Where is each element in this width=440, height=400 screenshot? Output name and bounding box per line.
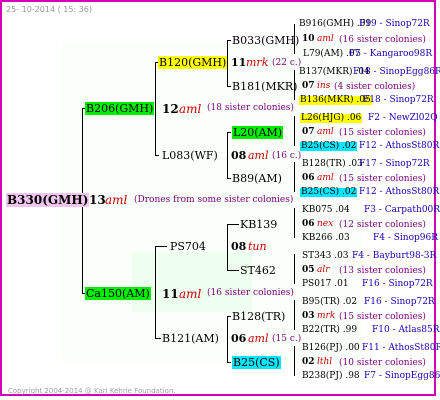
gen4-origin: F17 - Sinop72R <box>359 159 430 169</box>
gen3-node[interactable]: B128(TR) <box>232 311 285 322</box>
gen4-generation: 05 <box>302 265 315 275</box>
gen4-note: (15 sister colonies) <box>339 312 426 322</box>
gen3-node[interactable]: B181(MKR) <box>232 81 297 92</box>
gen4-ancestor[interactable]: B136(MKR) .05 <box>299 96 372 105</box>
gen4-origin: F2 - NewZl02Q <box>368 113 438 123</box>
gen4-origin: F11 - AthosSt80R <box>362 343 440 353</box>
gen4-trait: ins <box>317 81 331 91</box>
gen4-ancestor[interactable]: B25(CS) .02 <box>300 142 358 151</box>
pedigree-frame: 25- 10-2014 ( 15: 36) B330(GMH) 13 aml (… <box>0 0 440 396</box>
gen4-note: (4 sister colonies) <box>334 82 416 92</box>
gen4-ancestor[interactable]: KB266 .03 <box>302 234 350 243</box>
gen4-origin: F7 - SinopEgg86R <box>364 371 440 381</box>
gen2-note: (15 c.) <box>272 334 302 344</box>
gen4-ancestor[interactable]: KB075 .04 <box>302 206 350 215</box>
gen3-node[interactable]: KB139 <box>240 219 277 230</box>
gen1-sire-trait: aml <box>179 102 202 116</box>
gen2-trait: tun <box>248 240 267 253</box>
gen4-note: (15 sister colonies) <box>339 128 426 138</box>
gen4-note: (16 sister colonies) <box>339 35 426 45</box>
gen4-ancestor[interactable]: B126(PJ) .00 <box>302 344 360 353</box>
gen4-generation: 06 <box>302 173 315 183</box>
gen2-trait: aml <box>248 332 269 345</box>
gen4-trait: aml <box>317 34 334 44</box>
header-date: 25- 10-2014 ( 15: 36) <box>6 5 92 14</box>
gen2-note: (16 c.) <box>272 151 302 161</box>
root-trait: aml <box>105 193 128 207</box>
gen4-generation: 03 <box>302 311 315 321</box>
footer-copyright: Copyright 2004-2014 @ Karl Kehrle Founda… <box>8 387 176 395</box>
gen4-origin: F19 - Sinop72R <box>359 19 430 29</box>
gen4-trait: aml <box>317 173 334 183</box>
gen1-dam-generation: 11 <box>162 287 179 301</box>
gen4-origin: F16 - Sinop72R <box>362 279 433 289</box>
gen1-dam[interactable]: Ca150(AM) <box>85 287 151 300</box>
gen2-node[interactable]: L083(WF) <box>162 150 218 161</box>
gen4-origin: F12 - AthosSt80R <box>359 187 440 197</box>
gen1-sire[interactable]: B206(GMH) <box>85 102 155 115</box>
gen4-generation: 06 <box>302 219 315 229</box>
gen4-generation: 02 <box>302 357 315 367</box>
gen4-ancestor[interactable]: B128(TR) .03 <box>302 160 363 169</box>
gen4-ancestor[interactable]: PS017 .01 <box>302 280 349 289</box>
gen1-sire-generation: 12 <box>162 102 179 116</box>
gen4-note: (15 sister colonies) <box>339 174 426 184</box>
gen4-note: (10 sister colonies) <box>339 358 426 368</box>
gen4-origin: F16 - Sinop72R <box>364 297 435 307</box>
gen1-dam-trait: aml <box>179 287 202 301</box>
gen2-node[interactable]: B120(GMH) <box>158 56 228 69</box>
gen1-dam-note: (16 sister colonies) <box>207 288 294 298</box>
gen4-origin: F4 - Sinop96R <box>373 233 438 243</box>
gen4-ancestor[interactable]: B25(CS) .02 <box>300 188 358 197</box>
gen4-origin: F4 - Bayburt98-3R <box>352 251 437 261</box>
gen4-trait: aml <box>317 127 334 137</box>
root-generation: 13 <box>89 193 106 207</box>
gen2-generation: 08 <box>231 240 247 253</box>
gen4-ancestor[interactable]: B95(TR) .02 <box>302 298 357 307</box>
gen4-origin: F3 - Carpath00R <box>364 205 440 215</box>
gen2-generation: 06 <box>231 332 247 345</box>
gen2-node[interactable]: B121(AM) <box>162 333 219 344</box>
gen4-generation: 10 <box>302 34 315 44</box>
gen3-node[interactable]: L20(AM) <box>232 126 284 139</box>
gen4-generation: 07 <box>302 127 315 137</box>
gen3-node[interactable]: B033(GMH) <box>232 35 299 46</box>
gen4-trait: mrk <box>317 311 336 321</box>
gen4-trait: lthl <box>317 357 333 367</box>
gen4-origin: F18 - SinopEgg86R <box>353 67 440 77</box>
gen1-sire-note: (18 sister colonies) <box>207 103 294 113</box>
gen2-trait: mrk <box>246 56 269 69</box>
gen4-ancestor[interactable]: B22(TR) .99 <box>302 326 357 335</box>
gen2-generation: 08 <box>231 149 247 162</box>
root-name[interactable]: B330(GMH) <box>6 193 90 207</box>
gen4-ancestor[interactable]: ST343 .03 <box>302 252 349 261</box>
gen2-node[interactable]: PS704 <box>170 241 206 252</box>
gen4-origin: F10 - Atlas85R <box>372 325 440 335</box>
gen4-origin: F5 - Kangaroo98R <box>349 49 433 59</box>
gen3-node[interactable]: ST462 <box>240 265 276 276</box>
gen2-trait: aml <box>248 149 269 162</box>
gen2-note: (22 c.) <box>272 58 302 68</box>
gen4-ancestor[interactable]: B238(PJ) .98 <box>302 372 360 381</box>
gen4-note: (13 sister colonies) <box>339 266 426 276</box>
gen4-origin: F12 - AthosSt80R <box>359 141 440 151</box>
gen4-generation: 07 <box>302 81 315 91</box>
gen3-node[interactable]: B89(AM) <box>232 173 282 184</box>
gen4-origin: F18 - Sinop72R <box>363 95 434 105</box>
gen4-ancestor[interactable]: L26(HJG) .06 <box>300 114 363 123</box>
gen4-trait: alr <box>317 265 330 275</box>
gen3-node[interactable]: B25(CS) <box>232 356 281 369</box>
gen2-generation: 11 <box>231 56 247 69</box>
root-note: (Drones from some sister colonies) <box>134 195 294 205</box>
gen4-note: (12 sister colonies) <box>339 220 426 230</box>
gen4-trait: nex <box>317 219 334 229</box>
